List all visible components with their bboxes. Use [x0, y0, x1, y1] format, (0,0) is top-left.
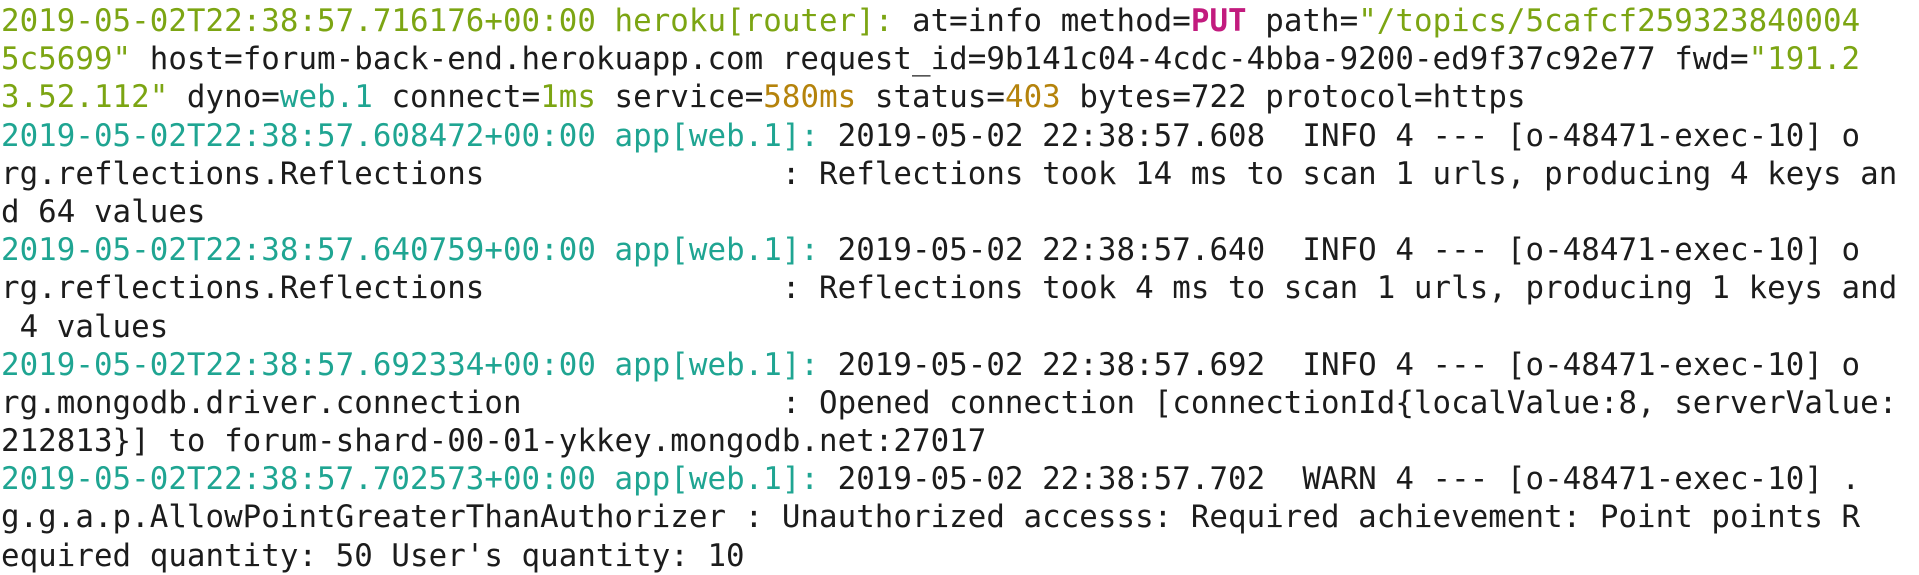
log-line: 5c5699" host=forum-back-end.herokuapp.co…	[1, 40, 1919, 78]
dyno-value: web.1	[279, 79, 373, 116]
fwd-value: "191.2	[1748, 41, 1861, 78]
log-text: rg.reflections.Reflections : Reflections…	[1, 155, 1898, 192]
connect-value: 1ms	[540, 79, 596, 116]
log-text: at=info method=	[893, 3, 1191, 39]
log-line: d 64 values	[1, 193, 1919, 231]
log-text: 2019-05-02 22:38:57.702 WARN 4 --- [o-48…	[819, 461, 1861, 498]
log-text: status=	[856, 79, 1005, 116]
log-text: 2019-05-02 22:38:57.608 INFO 4 --- [o-48…	[819, 117, 1861, 154]
log-timestamp: 2019-05-02T22:38:57.692334+00:00	[1, 346, 596, 383]
log-text: 4 values	[1, 308, 169, 345]
log-line: rg.mongodb.driver.connection : Opened co…	[1, 384, 1919, 422]
log-line: g.g.a.p.AllowPointGreaterThanAuthorizer …	[1, 498, 1919, 536]
log-text: 212813}] to forum-shard-00-01-ykkey.mong…	[1, 423, 987, 460]
log-line: 2019-05-02T22:38:57.702573+00:00 app[web…	[1, 460, 1919, 498]
path-value: 5c5699"	[1, 41, 132, 78]
log-text: host=forum-back-end.herokuapp.com reques…	[131, 41, 1749, 78]
log-text: path=	[1246, 3, 1359, 39]
log-text: g.g.a.p.AllowPointGreaterThanAuthorizer …	[1, 499, 1861, 536]
log-timestamp: 2019-05-02T22:38:57.716176+00:00	[1, 3, 596, 39]
log-line: rg.reflections.Reflections : Reflections…	[1, 155, 1919, 193]
service-value: 580ms	[763, 79, 857, 116]
log-timestamp: 2019-05-02T22:38:57.702573+00:00	[1, 461, 596, 498]
log-line: 4 values	[1, 308, 1919, 346]
fwd-value: 3.52.112"	[1, 79, 169, 116]
log-source: app[web.1]:	[614, 346, 820, 383]
log-timestamp: 2019-05-02T22:38:57.640759+00:00	[1, 232, 596, 269]
log-source: heroku[router]:	[614, 3, 894, 39]
log-source: app[web.1]:	[614, 232, 820, 269]
log-text: rg.reflections.Reflections : Reflections…	[1, 270, 1898, 307]
status-value: 403	[1005, 79, 1061, 116]
log-timestamp: 2019-05-02T22:38:57.608472+00:00	[1, 117, 596, 154]
log-line: 212813}] to forum-shard-00-01-ykkey.mong…	[1, 422, 1919, 460]
log-source: app[web.1]:	[614, 117, 820, 154]
log-text: connect=	[372, 79, 541, 116]
path-value: "/topics/5cafcf259323840004	[1358, 3, 1861, 39]
log-line: 3.52.112" dyno=web.1 connect=1ms service…	[1, 78, 1919, 116]
log-source: app[web.1]:	[614, 461, 820, 498]
log-text: rg.mongodb.driver.connection : Opened co…	[1, 384, 1898, 421]
log-line: 2019-05-02T22:38:57.608472+00:00 app[web…	[1, 117, 1919, 155]
log-line: equired quantity: 50 User's quantity: 10	[1, 537, 1919, 575]
http-method: PUT	[1190, 3, 1247, 39]
log-line: rg.reflections.Reflections : Reflections…	[1, 269, 1919, 307]
log-text: 2019-05-02 22:38:57.640 INFO 4 --- [o-48…	[819, 232, 1861, 269]
terminal-log-output[interactable]: 2019-05-02T22:38:57.716176+00:00 heroku[…	[0, 0, 1919, 574]
log-text: equired quantity: 50 User's quantity: 10	[1, 537, 745, 574]
log-text: d 64 values	[1, 193, 206, 230]
log-line: 2019-05-02T22:38:57.716176+00:00 heroku[…	[1, 2, 1919, 40]
log-text: 2019-05-02 22:38:57.692 INFO 4 --- [o-48…	[819, 346, 1861, 383]
log-line: 2019-05-02T22:38:57.692334+00:00 app[web…	[1, 346, 1919, 384]
log-text: bytes=722 protocol=https	[1060, 79, 1526, 116]
log-text: dyno=	[168, 79, 280, 116]
log-text: service=	[595, 79, 764, 116]
log-line: 2019-05-02T22:38:57.640759+00:00 app[web…	[1, 231, 1919, 269]
